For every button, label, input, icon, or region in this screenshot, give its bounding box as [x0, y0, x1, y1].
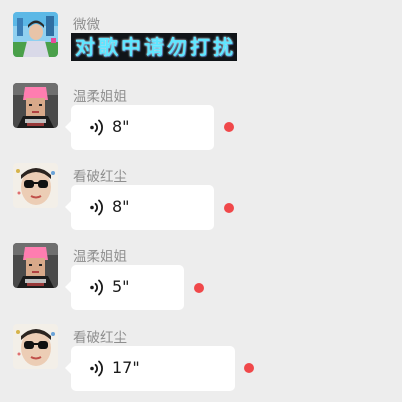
- voice-waves-icon: [89, 198, 105, 217]
- sender-name: 看破红尘: [73, 169, 127, 185]
- avatar[interactable]: [13, 324, 58, 369]
- sticker-image[interactable]: 对歌中请勿打扰: [71, 33, 237, 61]
- unread-dot: [224, 203, 234, 213]
- sticker-text: 对歌中请勿打扰: [75, 35, 236, 59]
- voice-message-bubble[interactable]: 8": [65, 185, 214, 230]
- avatar[interactable]: [13, 243, 58, 288]
- unread-dot: [224, 122, 234, 132]
- unread-dot: [194, 283, 204, 293]
- avatar[interactable]: [13, 12, 58, 57]
- sender-name: 微微: [73, 17, 100, 33]
- voice-duration: 8": [112, 117, 130, 136]
- voice-waves-icon: [89, 118, 105, 137]
- avatar[interactable]: [13, 163, 58, 208]
- voice-message-bubble[interactable]: 5": [65, 265, 184, 310]
- voice-message-bubble[interactable]: 17": [65, 346, 235, 391]
- sender-name: 看破红尘: [73, 330, 127, 346]
- avatar[interactable]: [13, 83, 58, 128]
- sender-name: 温柔姐姐: [73, 89, 127, 105]
- voice-waves-icon: [89, 359, 105, 378]
- voice-waves-icon: [89, 278, 105, 297]
- unread-dot: [244, 363, 254, 373]
- voice-duration: 8": [112, 197, 130, 216]
- voice-duration: 5": [112, 277, 130, 296]
- voice-message-bubble[interactable]: 8": [65, 105, 214, 150]
- voice-duration: 17": [112, 358, 140, 377]
- sender-name: 温柔姐姐: [73, 249, 127, 265]
